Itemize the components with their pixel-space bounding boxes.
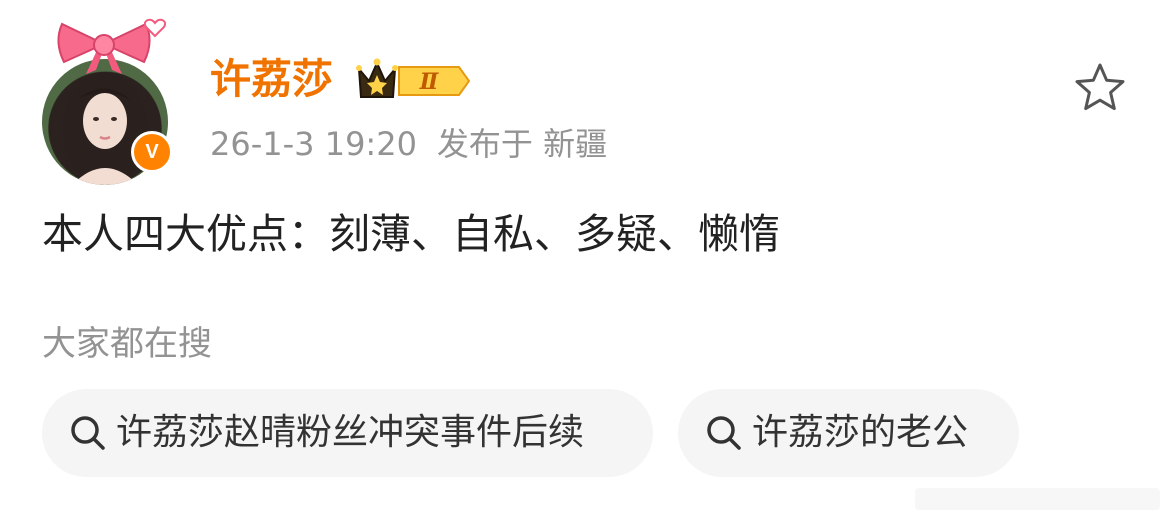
vip-level-text: Ⅱ	[419, 69, 440, 95]
related-searches-title: 大家都在搜	[42, 324, 212, 364]
post-meta: 26-1-3 19:20 发布于 新疆	[210, 123, 607, 165]
post-timestamp: 26-1-3 19:20	[210, 125, 417, 163]
search-icon	[71, 416, 105, 450]
verified-badge: V	[131, 131, 173, 173]
vip-crown-badge[interactable]: Ⅱ	[355, 55, 471, 103]
bow-decoration	[57, 22, 151, 74]
post-location: 发布于 新疆	[436, 125, 608, 163]
author-name[interactable]: 许荔莎	[210, 54, 333, 104]
post-content: 本人四大优点：刻薄、自私、多疑、懒惰	[42, 210, 780, 258]
related-search-label: 许荔莎赵晴粉丝冲突事件后续	[116, 412, 585, 453]
author-avatar-container[interactable]: V	[40, 18, 180, 185]
heart-icon	[144, 18, 166, 38]
related-search-chip[interactable]: 许荔莎的老公	[678, 389, 1019, 477]
related-search-chip[interactable]: 许荔莎赵晴粉丝冲突事件后续	[42, 389, 653, 477]
star-icon[interactable]	[1072, 60, 1128, 116]
search-icon	[707, 416, 741, 450]
watermark-decoration	[915, 488, 1160, 510]
related-search-label: 许荔莎的老公	[752, 412, 969, 453]
